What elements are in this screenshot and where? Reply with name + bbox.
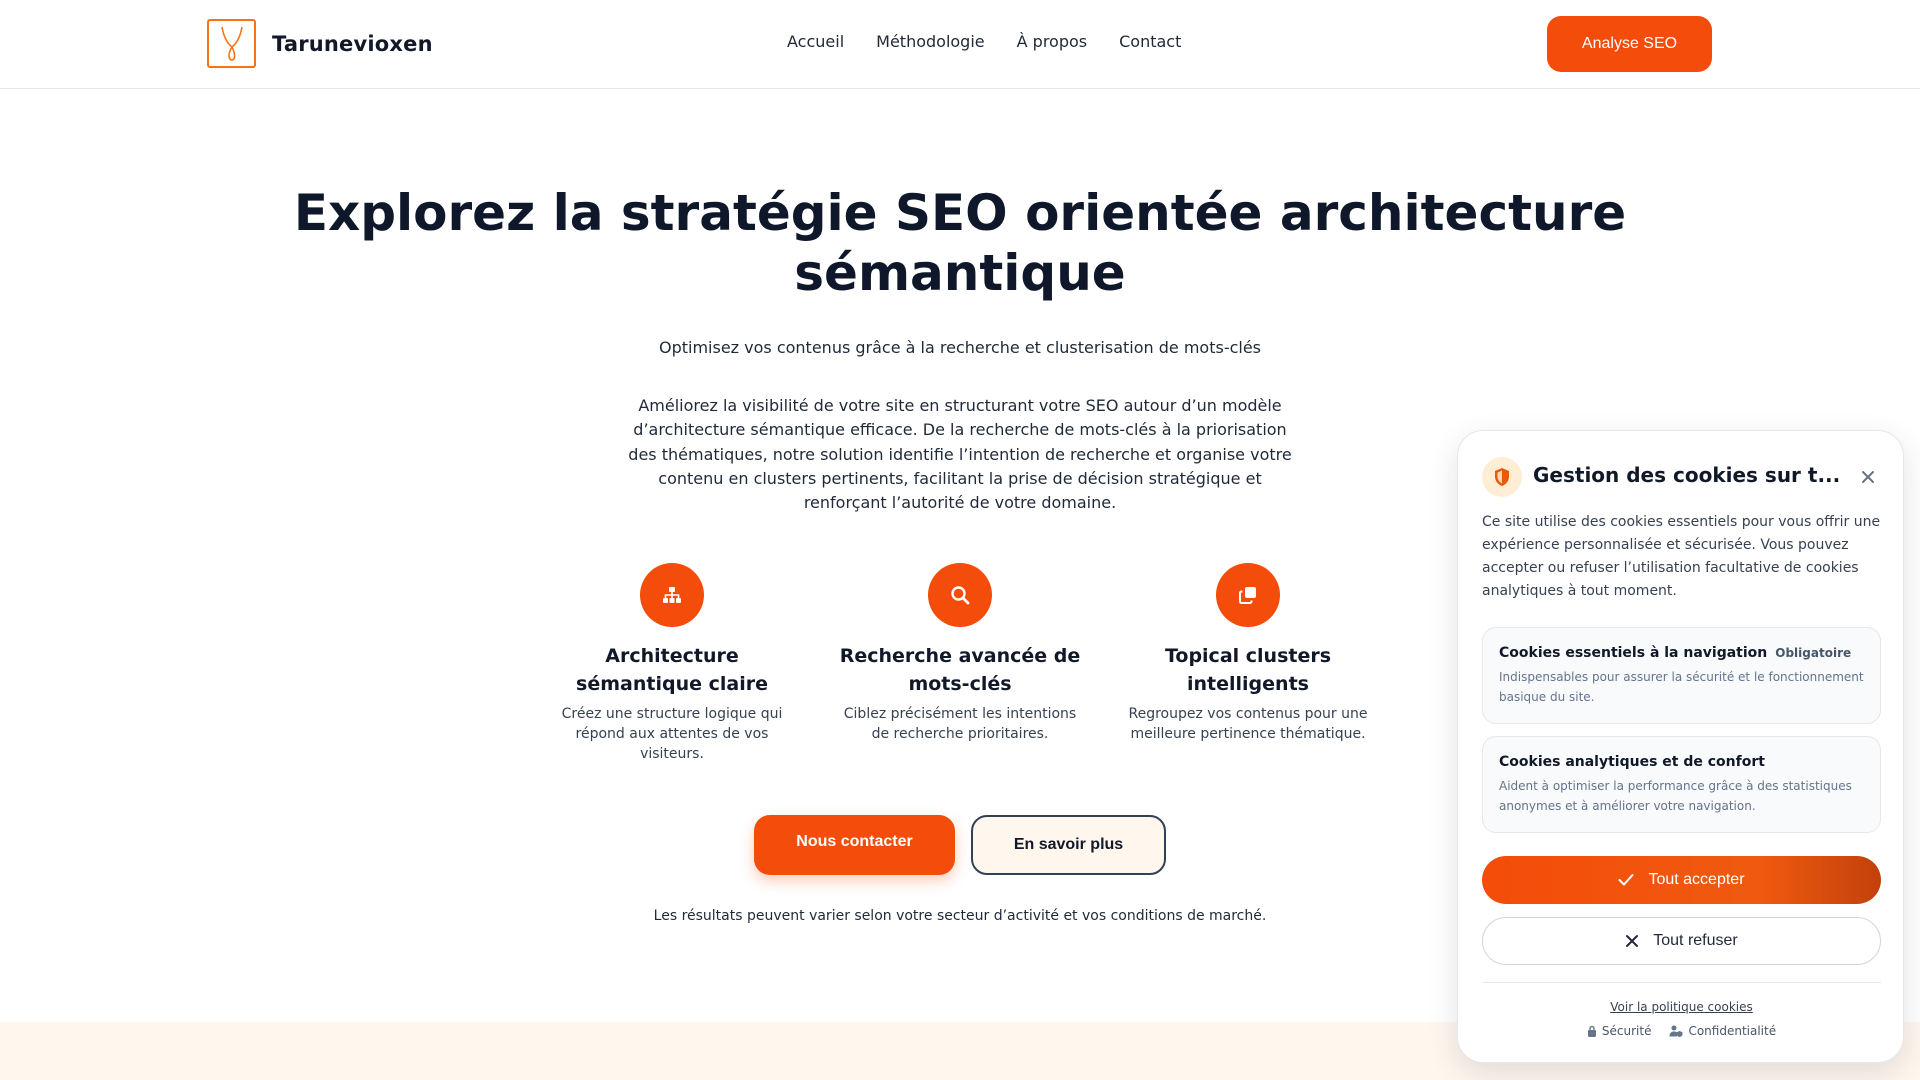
cookie-panel-title: Gestion des cookies sur t...	[1533, 463, 1841, 487]
hero-description: Améliorez la visibilité de votre site en…	[628, 396, 1292, 513]
close-icon	[1626, 935, 1639, 947]
brand-name: Tarunevioxen	[272, 31, 433, 56]
divider	[1482, 982, 1881, 983]
learn-more-button[interactable]: En savoir plus	[971, 815, 1166, 875]
nav-link-methodologie[interactable]: Méthodologie	[876, 32, 984, 51]
required-badge: Obligatoire	[1775, 646, 1852, 660]
analyse-seo-button[interactable]: Analyse SEO	[1547, 16, 1712, 72]
hero-title-line2: sémantique	[794, 244, 1126, 302]
cookie-policy-link[interactable]: Voir la politique cookies	[1458, 1000, 1905, 1014]
feature-card: Topical clusters intelligents Regroupez …	[1118, 563, 1378, 744]
shield-icon	[1482, 457, 1522, 497]
feature-text: Créez une structure logique qui répond a…	[561, 706, 783, 762]
page: Tarunevioxen Accueil Méthodologie À prop…	[0, 0, 1920, 1080]
user-shield-icon	[1669, 1025, 1683, 1037]
brand-logo-link[interactable]: Tarunevioxen	[207, 19, 433, 68]
brand-logo-icon	[207, 19, 256, 68]
nav-link-contact[interactable]: Contact	[1119, 32, 1181, 51]
contact-button[interactable]: Nous contacter	[754, 815, 955, 875]
accept-all-label: Tout accepter	[1648, 871, 1745, 888]
feature-text: Regroupez vos contenus pour une meilleur…	[1128, 706, 1368, 742]
feature-card: Recherche avancée de mots-clés Ciblez pr…	[830, 563, 1090, 744]
clone-icon	[1216, 563, 1280, 627]
essential-title: Cookies essentiels à la navigation	[1499, 645, 1768, 661]
cookie-description: Ce site utilise des cookies essentiels p…	[1482, 514, 1881, 599]
feature-card: Architecture sémantique claire Créez une…	[542, 563, 802, 764]
feature-title: Topical clusters intelligents	[1164, 645, 1332, 695]
privacy-note: Confidentialité	[1669, 1024, 1776, 1038]
nav-link-accueil[interactable]: Accueil	[787, 32, 844, 51]
cookie-category-title: Cookies essentiels à la navigation Obliga…	[1499, 645, 1864, 661]
feature-title: Architecture sémantique claire	[576, 645, 768, 695]
hero-title: Explorez la stratégie SEO orientée archi…	[260, 183, 1660, 303]
privacy-label: Confidentialité	[1688, 1024, 1777, 1038]
refuse-all-label: Tout refuser	[1653, 932, 1738, 949]
security-note: Sécurité	[1587, 1024, 1652, 1038]
cookie-category-essential: Cookies essentiels à la navigation Obliga…	[1482, 627, 1881, 724]
check-icon	[1618, 874, 1634, 886]
close-icon[interactable]	[1854, 463, 1882, 491]
cookie-category-analytics[interactable]: Cookies analytiques et de confort Aident…	[1482, 736, 1881, 833]
essential-description: Indispensables pour assurer la sécurité …	[1499, 670, 1864, 704]
site-header: Tarunevioxen Accueil Méthodologie À prop…	[0, 0, 1920, 89]
search-icon	[928, 563, 992, 627]
analytics-description: Aident à optimiser la performance grâce …	[1499, 779, 1852, 813]
cookie-footer: Sécurité Confidentialité	[1458, 1024, 1905, 1038]
feature-title: Recherche avancée de mots-clés	[839, 645, 1081, 695]
main-nav: Accueil Méthodologie À propos Contact	[787, 32, 1181, 51]
cookie-consent-panel: Gestion des cookies sur t... Ce site uti…	[1457, 430, 1904, 1063]
accept-all-button[interactable]: Tout accepter	[1482, 856, 1881, 904]
hero-title-line1: Explorez la stratégie SEO orientée archi…	[293, 184, 1627, 242]
analytics-title: Cookies analytiques et de confort	[1499, 754, 1765, 770]
lock-icon	[1587, 1025, 1596, 1037]
security-label: Sécurité	[1601, 1024, 1652, 1038]
nav-link-a-propos[interactable]: À propos	[1017, 32, 1087, 51]
disclaimer-text: Les résultats peuvent varier selon votre…	[653, 908, 1267, 924]
refuse-all-button[interactable]: Tout refuser	[1482, 917, 1881, 965]
hero-subtitle: Optimisez vos contenus grâce à la recher…	[658, 338, 1262, 357]
feature-text: Ciblez précisément les intentions de rec…	[843, 706, 1077, 742]
sitemap-icon	[640, 563, 704, 627]
